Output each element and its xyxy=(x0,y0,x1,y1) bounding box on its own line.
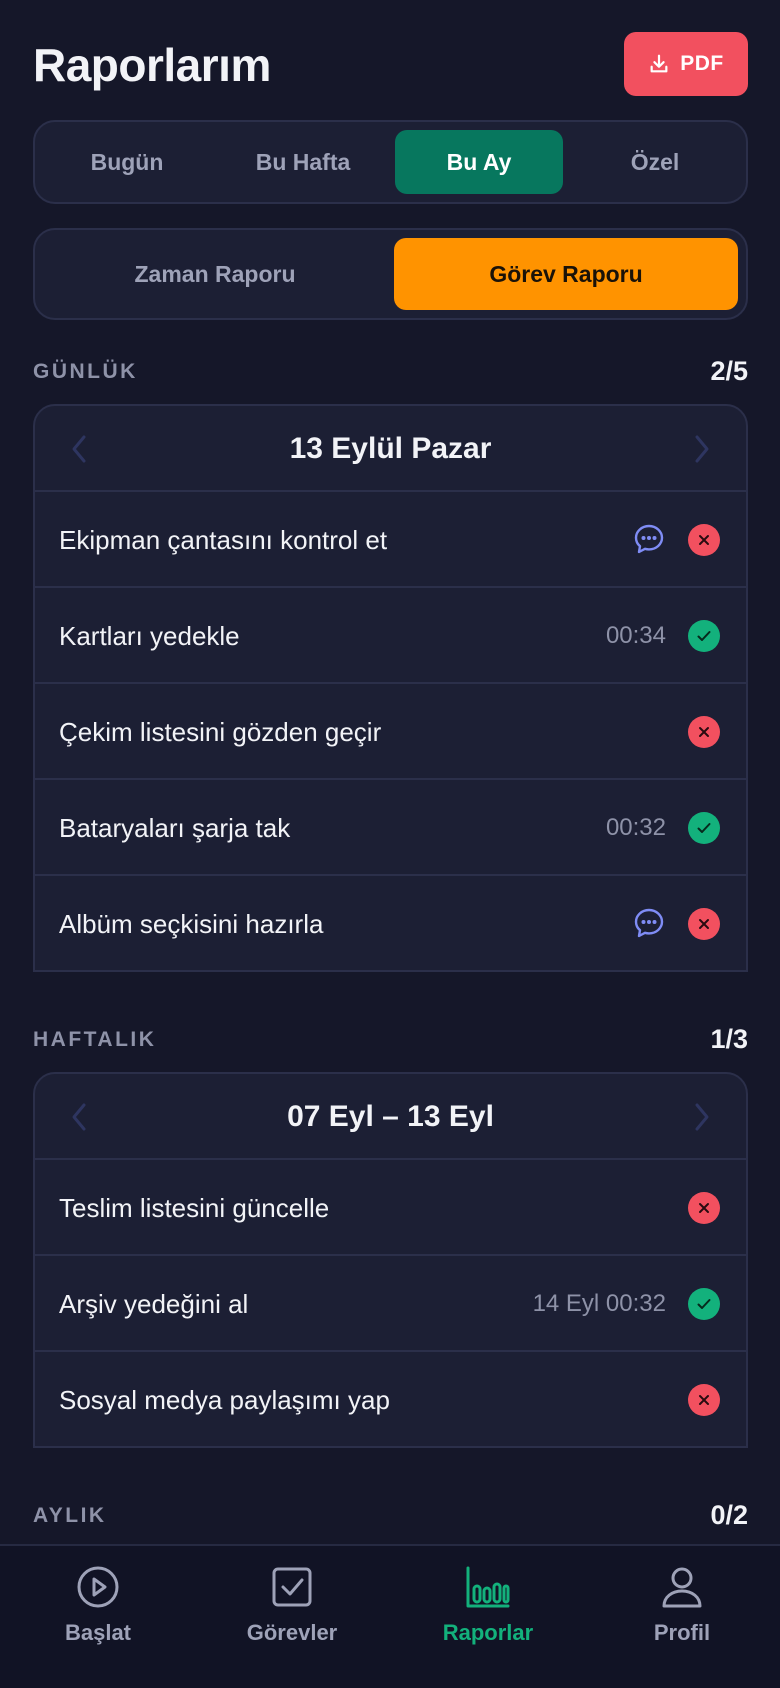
next-day-button[interactable] xyxy=(688,433,716,465)
date-navigator: 07 Eyl – 13 Eyl xyxy=(35,1074,746,1160)
task-name: Bataryaları şarja tak xyxy=(59,813,291,843)
section-count: 0/2 xyxy=(710,1500,748,1530)
daily-section-header: GÜNLÜK 2/5 xyxy=(33,354,748,386)
task-row[interactable]: Ekipman çantasını kontrol et xyxy=(35,492,746,588)
task-name: Sosyal medya paylaşımı yap xyxy=(59,1385,390,1415)
nav-tab-label: Profil xyxy=(653,1620,711,1645)
comment-icon[interactable] xyxy=(632,522,666,556)
task-row[interactable]: Albüm seçkisini hazırla xyxy=(35,876,746,970)
x-icon xyxy=(699,535,709,545)
task-row[interactable]: Bataryaları şarja tak 00:32 xyxy=(35,780,746,876)
comment-icon[interactable] xyxy=(632,906,666,940)
task-time: 00:34 xyxy=(605,622,666,649)
tab-custom[interactable]: Özel xyxy=(571,130,739,194)
nav-tab-label: Başlat xyxy=(64,1620,132,1645)
section-label: AYLIK xyxy=(33,1504,107,1527)
x-icon xyxy=(699,727,709,737)
section-count: 1/3 xyxy=(710,1024,748,1054)
pdf-button-label: PDF xyxy=(680,52,724,75)
tab-this-month[interactable]: Bu Ay xyxy=(395,130,563,194)
tab-task-report[interactable]: Görev Raporu xyxy=(394,238,738,310)
tab-time-report[interactable]: Zaman Raporu xyxy=(43,238,387,310)
section-count: 2/5 xyxy=(710,356,748,386)
x-icon xyxy=(699,1395,709,1405)
status-failed-badge xyxy=(688,1192,720,1224)
status-failed-badge xyxy=(688,716,720,748)
weekly-section-header: HAFTALIK 1/3 xyxy=(33,1022,748,1054)
page-title: Raporlarım xyxy=(33,39,271,91)
current-week-range: 07 Eyl – 13 Eyl xyxy=(287,1100,494,1133)
task-row[interactable]: Kartları yedekle 00:34 xyxy=(35,588,746,684)
status-done-badge xyxy=(688,812,720,844)
user-icon xyxy=(662,1567,702,1608)
weekly-task-card: 07 Eyl – 13 Eyl Teslim listesini güncell… xyxy=(33,1072,748,1448)
task-name: Arşiv yedeğini al xyxy=(59,1289,249,1319)
daily-task-card: 13 Eylül Pazar Ekipman çantasını kontrol… xyxy=(33,404,748,972)
x-icon xyxy=(699,1203,709,1213)
task-name: Kartları yedekle xyxy=(59,621,240,651)
period-selector: Bugün Bu Hafta Bu Ay Özel xyxy=(33,120,748,204)
nav-tab-tasks[interactable]: Görevler xyxy=(202,1564,382,1674)
nav-tab-label: Görevler xyxy=(246,1620,338,1645)
export-pdf-button[interactable]: PDF xyxy=(624,32,748,96)
check-icon xyxy=(697,823,711,833)
check-icon xyxy=(697,1299,711,1309)
status-done-badge xyxy=(688,1288,720,1320)
status-failed-badge xyxy=(688,524,720,556)
status-failed-badge xyxy=(688,1384,720,1416)
task-name: Ekipman çantasını kontrol et xyxy=(59,525,388,555)
next-week-button[interactable] xyxy=(688,1101,716,1133)
reports-screen: Raporlarım PDF Bugün Bu Hafta Bu Ay Özel… xyxy=(0,0,780,1688)
tab-this-week[interactable]: Bu Hafta xyxy=(219,130,387,194)
nav-tab-start[interactable]: Başlat xyxy=(8,1564,188,1674)
checkbox-icon xyxy=(272,1567,312,1607)
chevron-right-icon xyxy=(695,435,709,463)
header: Raporlarım PDF xyxy=(33,32,748,96)
bottom-navigation: Başlat Görevler Raporlar Profil xyxy=(0,1544,780,1688)
section-label: GÜNLÜK xyxy=(33,360,138,383)
task-row[interactable]: Sosyal medya paylaşımı yap xyxy=(35,1352,746,1446)
task-time: 00:32 xyxy=(605,814,666,841)
play-icon xyxy=(77,1566,119,1608)
task-name: Çekim listesini gözden geçir xyxy=(59,717,382,747)
tab-today[interactable]: Bugün xyxy=(43,130,211,194)
chevron-right-icon xyxy=(695,1103,709,1131)
current-date: 13 Eylül Pazar xyxy=(289,432,492,465)
section-label: HAFTALIK xyxy=(33,1028,157,1051)
status-done-badge xyxy=(688,620,720,652)
date-navigator: 13 Eylül Pazar xyxy=(35,406,746,492)
task-time: 14 Eyl 00:32 xyxy=(532,1290,666,1317)
task-row[interactable]: Çekim listesini gözden geçir xyxy=(35,684,746,780)
x-icon xyxy=(699,919,709,929)
status-failed-badge xyxy=(688,908,720,940)
bar-chart-icon xyxy=(466,1566,510,1608)
task-name: Albüm seçkisini hazırla xyxy=(59,909,324,939)
task-row[interactable]: Arşiv yedeğini al 14 Eyl 00:32 xyxy=(35,1256,746,1352)
task-row[interactable]: Teslim listesini güncelle xyxy=(35,1160,746,1256)
task-name: Teslim listesini güncelle xyxy=(59,1193,330,1223)
monthly-section-header: AYLIK 0/2 xyxy=(33,1498,748,1530)
nav-tab-profile[interactable]: Profil xyxy=(592,1564,772,1674)
report-type-selector: Zaman Raporu Görev Raporu xyxy=(33,228,748,320)
download-icon xyxy=(650,54,668,73)
nav-tab-reports[interactable]: Raporlar xyxy=(398,1564,578,1674)
nav-tab-label: Raporlar xyxy=(442,1620,534,1645)
check-icon xyxy=(697,631,711,641)
